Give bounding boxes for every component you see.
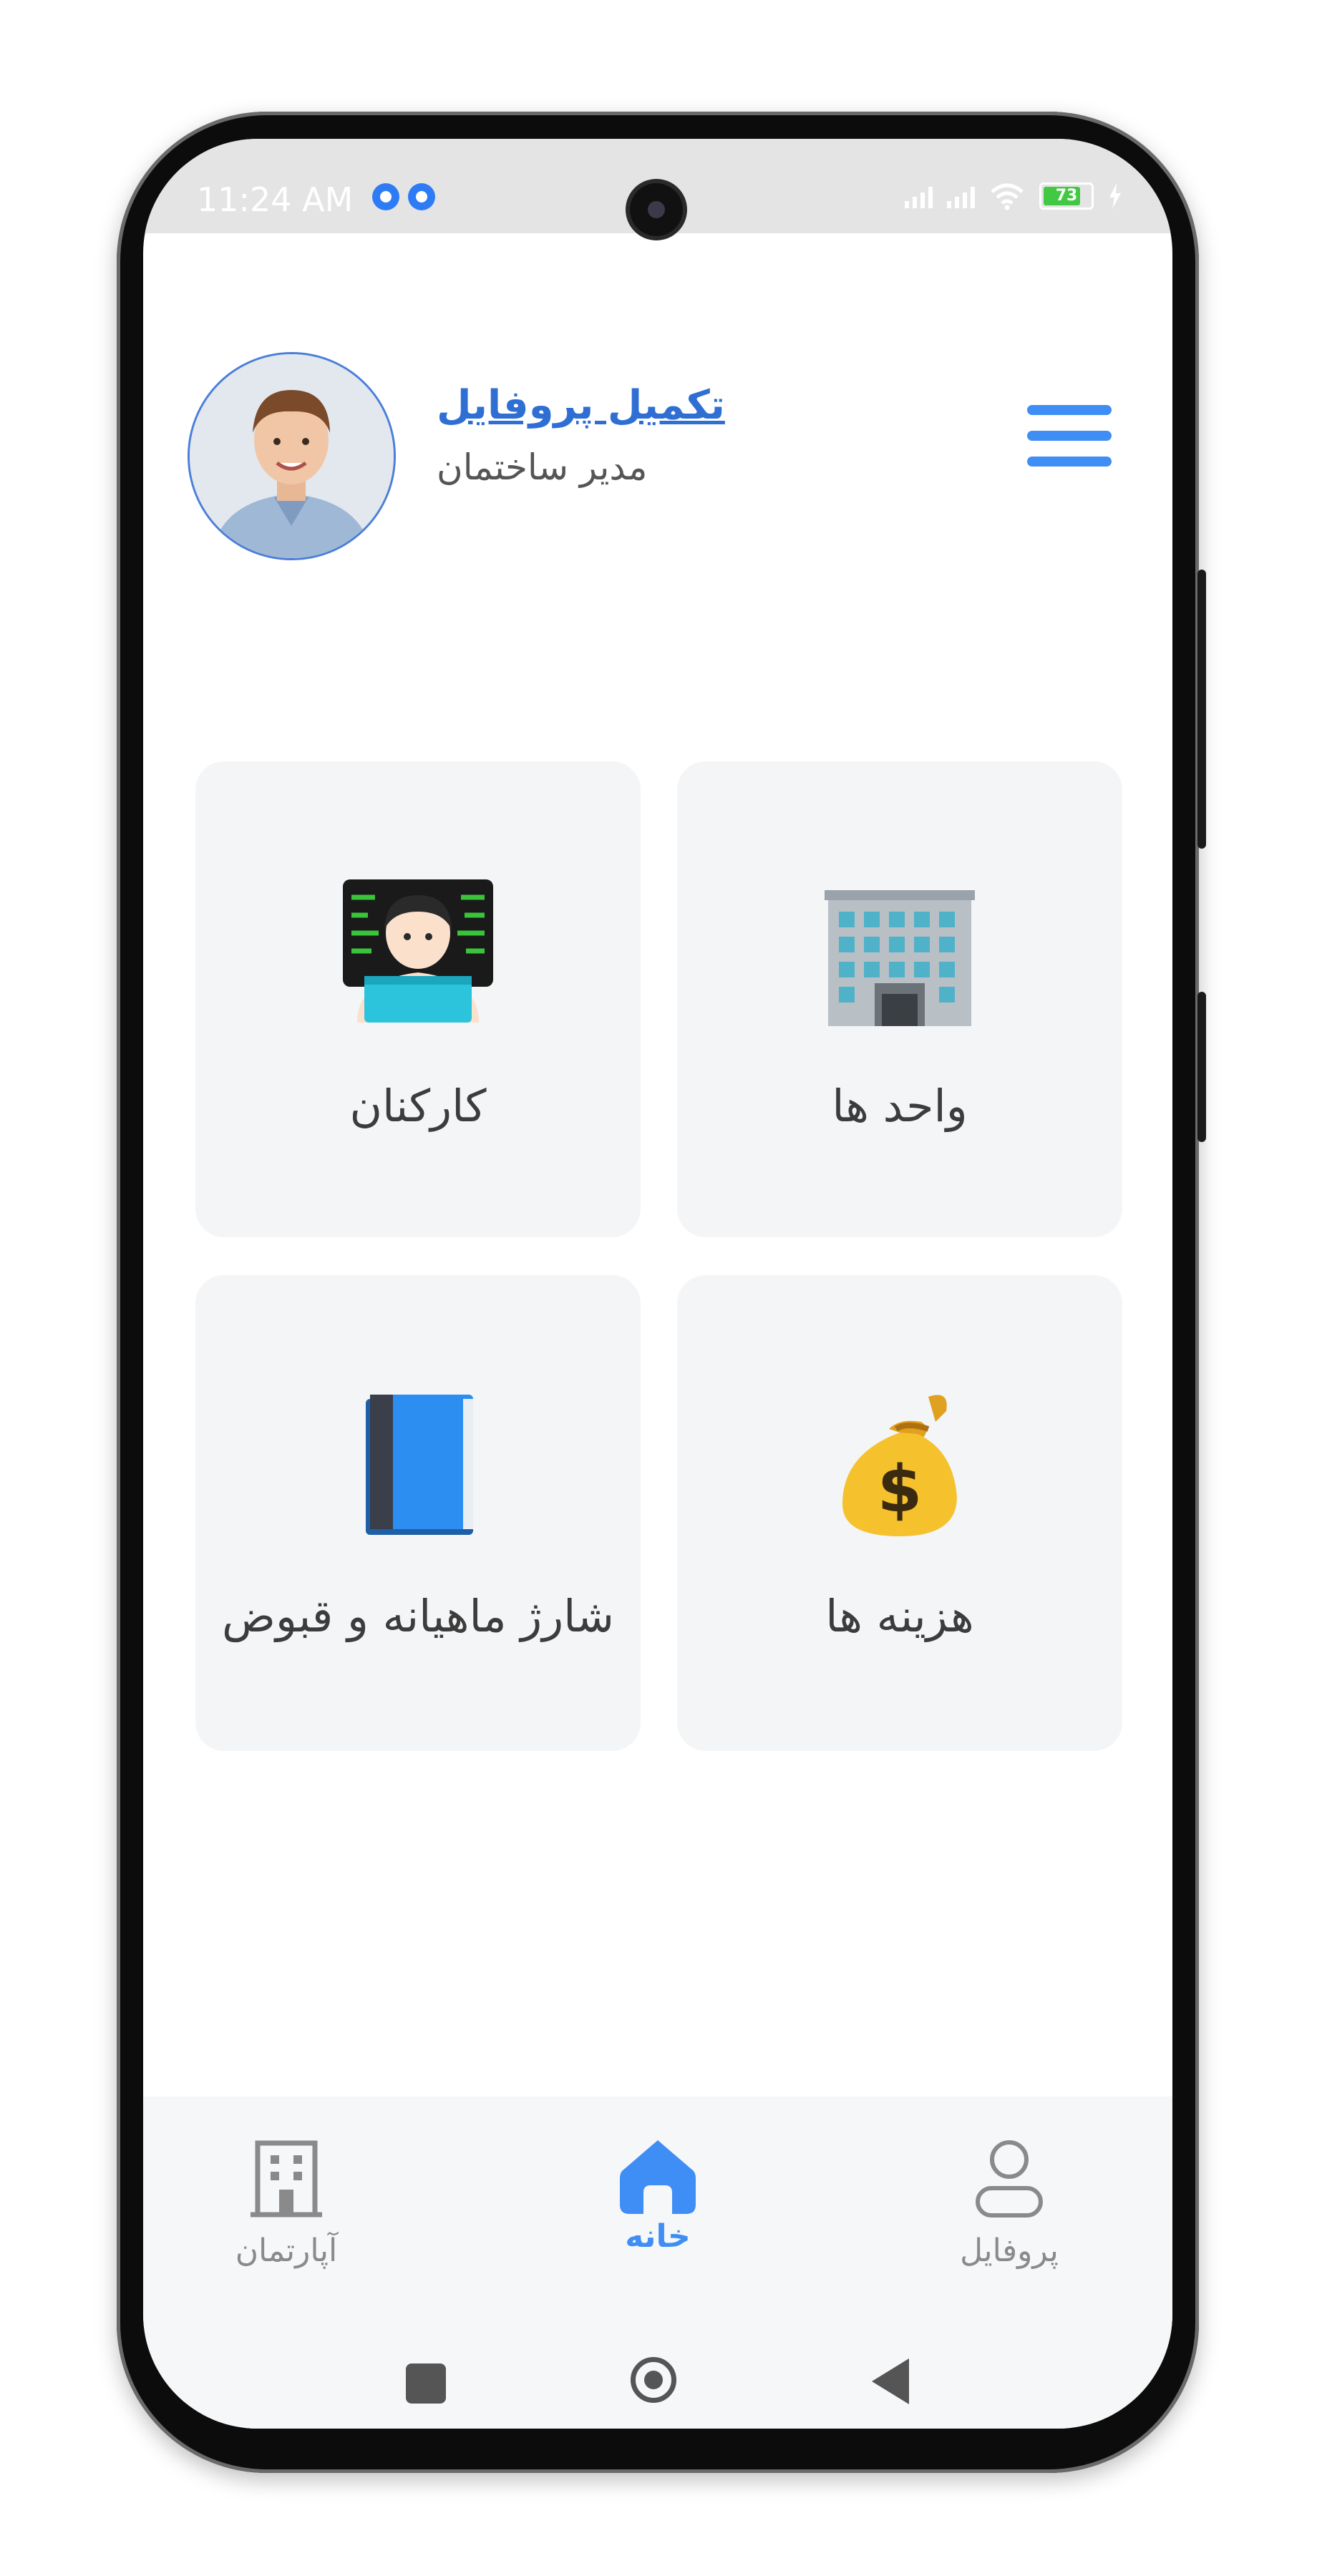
signal-icon — [905, 184, 933, 208]
nav-label: پروفایل — [960, 2233, 1059, 2269]
developer-emoji-icon — [343, 879, 493, 1025]
wifi-icon — [991, 183, 1024, 210]
back-button[interactable] — [872, 2358, 909, 2404]
power-button — [1197, 570, 1206, 849]
units-card[interactable]: واحد ها — [677, 761, 1122, 1237]
phone-frame: 11:24 AM 73 تکمیل پروفایل مدیر ساختمان ک… — [117, 112, 1206, 2473]
staff-card[interactable]: کارکنان — [195, 761, 641, 1237]
signal-icon — [947, 184, 975, 208]
recent-apps-button[interactable] — [406, 2363, 446, 2404]
hamburger-menu-button[interactable] — [1027, 405, 1112, 469]
home-system-button[interactable] — [631, 2357, 676, 2403]
svg-text:$: $ — [878, 1452, 923, 1527]
card-label: شارژ ماهیانه و قبوض — [221, 1590, 614, 1642]
card-label: کارکنان — [349, 1080, 487, 1132]
notification-icon — [372, 183, 399, 210]
apartment-building-icon — [251, 2140, 322, 2221]
user-role: مدیر ساختمان — [437, 447, 648, 488]
nav-label: خانه — [625, 2218, 691, 2255]
expenses-card[interactable]: $ هزینه ها — [677, 1275, 1122, 1751]
app-screen: 11:24 AM 73 تکمیل پروفایل مدیر ساختمان ک… — [143, 139, 1172, 2429]
blue-book-icon — [357, 1393, 479, 1539]
user-icon — [973, 2138, 1045, 2221]
front-camera — [630, 183, 683, 236]
battery-icon: 73 — [1039, 182, 1094, 210]
monthly-charges-card[interactable]: شارژ ماهیانه و قبوض — [195, 1275, 641, 1751]
nav-label: آپارتمان — [235, 2233, 338, 2269]
status-time: 11:24 AM — [197, 180, 354, 219]
money-bag-icon: $ — [828, 1390, 971, 1543]
charging-icon — [1109, 183, 1121, 209]
avatar[interactable] — [188, 352, 396, 560]
card-label: هزینه ها — [825, 1590, 974, 1642]
notification-icon — [408, 183, 435, 210]
building-emoji-icon — [825, 886, 975, 1029]
complete-profile-link[interactable]: تکمیل پروفایل — [437, 382, 725, 429]
card-label: واحد ها — [832, 1080, 968, 1132]
status-bar: 11:24 AM 73 — [143, 139, 1172, 236]
bottom-navigation: آپارتمان خانه پروفایل — [143, 2097, 1172, 2429]
battery-level: 73 — [1055, 187, 1078, 205]
volume-button — [1197, 992, 1206, 1142]
home-icon — [618, 2137, 697, 2218]
